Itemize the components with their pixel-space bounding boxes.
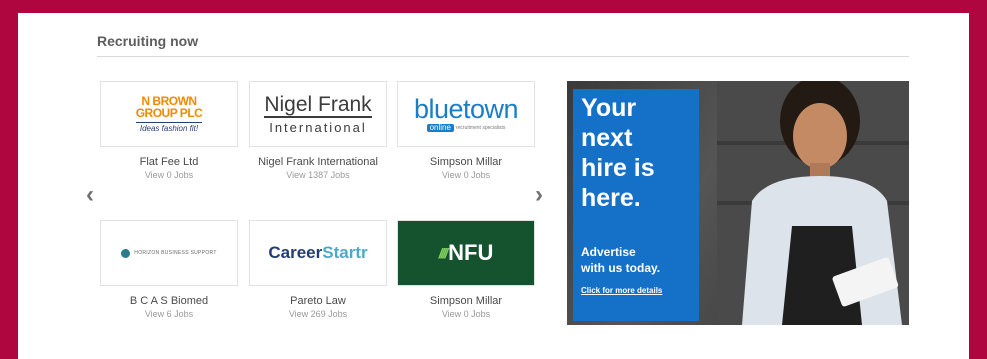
employer-logo-horizon[interactable]: HORIZON BUSINESS SUPPORT <box>100 220 238 286</box>
employer-card-simpson-millar: bluetown online recruitment specialists … <box>397 81 535 181</box>
advert-headline: Your next hire is here. <box>581 94 655 212</box>
chevron-left-icon[interactable]: ‹ <box>81 181 99 208</box>
employer-logo-bluetown[interactable]: bluetown online recruitment specialists <box>397 81 535 147</box>
logo-text: HORIZON BUSINESS SUPPORT <box>134 250 217 256</box>
advert-subheadline: Advertise with us today. <box>581 245 661 275</box>
employer-name: B C A S Biomed <box>129 295 209 307</box>
employer-card-pareto-law: CareerStartr Pareto Law View 269 Jobs <box>249 220 387 320</box>
employer-card-simpson-millar-2: //// NFU Simpson Millar View 0 Jobs <box>397 220 535 320</box>
logo-text: GROUP PLC <box>135 106 203 120</box>
employer-name: Pareto Law <box>290 295 346 307</box>
logo-text: Career <box>268 243 323 262</box>
employer-card-flat-fee: N BROWN GROUP PLC Ideas fashion fit! Fla… <box>100 81 238 181</box>
employer-logo-careerstartr[interactable]: CareerStartr <box>249 220 387 286</box>
employer-logo-nigel-frank[interactable]: Nigel Frank International <box>249 81 387 147</box>
employer-name: Simpson Millar <box>429 156 503 168</box>
logo-tag: online <box>426 124 454 132</box>
employer-name: Flat Fee Ltd <box>139 156 199 168</box>
logo-text: International <box>269 120 367 135</box>
employer-card-nigel-frank: Nigel Frank International Nigel Frank In… <box>249 81 387 181</box>
logo-text: bluetown <box>413 94 519 124</box>
view-jobs-link[interactable]: View 6 Jobs <box>100 308 238 320</box>
view-jobs-link[interactable]: View 1387 Jobs <box>249 169 387 181</box>
employer-logo-nfu[interactable]: //// NFU <box>397 220 535 286</box>
recruiting-panel: Recruiting now ‹ › N BROWN GROUP PLC Ide… <box>18 13 969 359</box>
logo-mark-icon <box>121 248 131 258</box>
view-jobs-link[interactable]: View 0 Jobs <box>397 308 535 320</box>
employer-name: Simpson Millar <box>429 295 503 307</box>
employer-logo-nbrown[interactable]: N BROWN GROUP PLC Ideas fashion fit! <box>100 81 238 147</box>
section-title: Recruiting now <box>97 33 199 49</box>
logo-tagline: Ideas fashion fit! <box>135 122 203 133</box>
logo-mark-icon: //// <box>438 245 448 261</box>
chevron-right-icon[interactable]: › <box>530 181 548 208</box>
logo-text: Nigel Frank <box>264 93 372 118</box>
employer-name: Nigel Frank International <box>258 156 378 168</box>
employer-card-bcas-biomed: HORIZON BUSINESS SUPPORT B C A S Biomed … <box>100 220 238 320</box>
section-divider <box>97 56 909 57</box>
view-jobs-link[interactable]: View 0 Jobs <box>100 169 238 181</box>
advert-banner[interactable]: Your next hire is here. Advertise with u… <box>567 81 909 325</box>
logo-tagline: recruitment specialists <box>455 124 506 131</box>
logo-text: NFU <box>448 240 494 265</box>
view-jobs-link[interactable]: View 0 Jobs <box>397 169 535 181</box>
view-jobs-link[interactable]: View 269 Jobs <box>249 308 387 320</box>
logo-text: Startr <box>322 243 368 262</box>
advert-cta-link[interactable]: Click for more details <box>581 286 696 295</box>
